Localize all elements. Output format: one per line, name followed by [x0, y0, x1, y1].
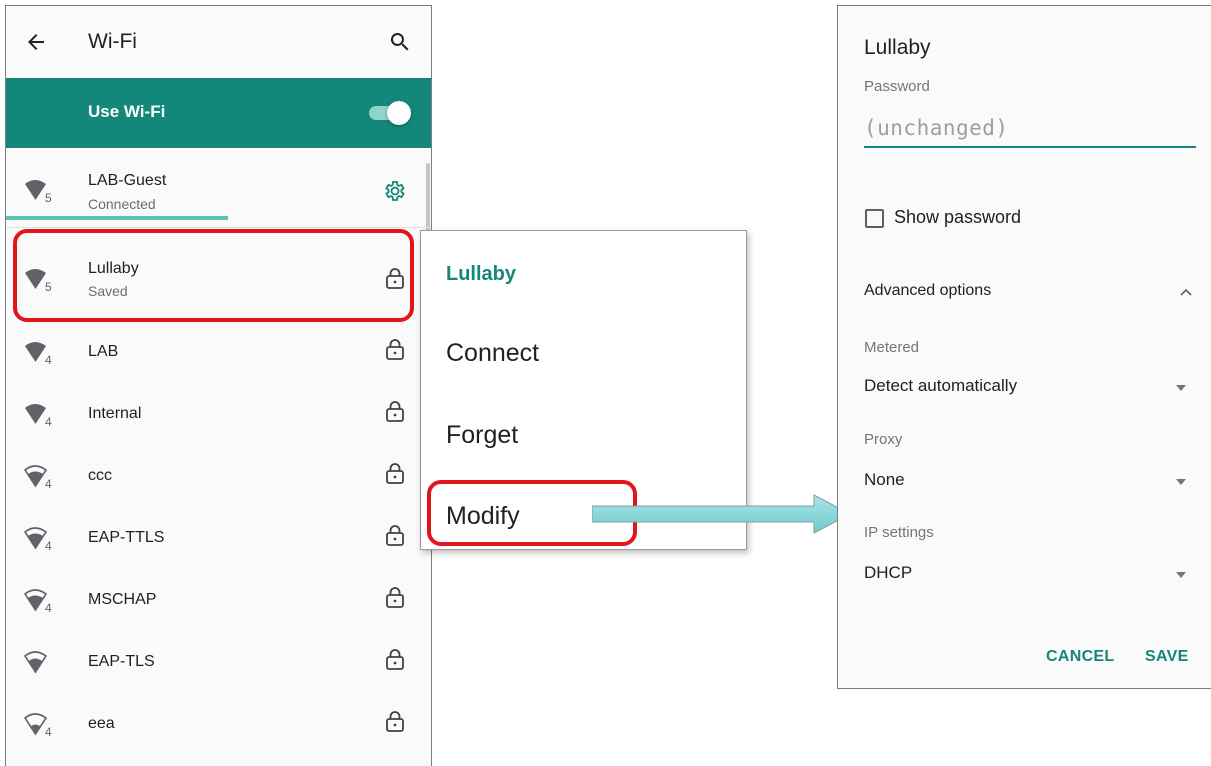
back-arrow-icon[interactable] [24, 30, 48, 54]
svg-text:4: 4 [45, 725, 52, 738]
network-row-eap-ttls[interactable]: 4 EAP-TTLS [6, 506, 431, 568]
menu-item-connect[interactable]: Connect [446, 339, 539, 368]
use-wifi-label: Use Wi-Fi [88, 102, 166, 121]
proxy-select[interactable]: None [838, 460, 1211, 500]
dropdown-arrow-icon [1176, 479, 1186, 485]
network-name: LAB [88, 343, 119, 360]
save-button[interactable]: SAVE [1145, 648, 1189, 666]
network-name: Internal [88, 405, 142, 422]
dropdown-arrow-icon [1176, 572, 1186, 578]
network-row-internal[interactable]: 4 Internal [6, 382, 431, 444]
network-row-ccc[interactable]: 4 ccc [6, 444, 431, 506]
lock-icon [386, 463, 404, 484]
wifi-signal-medium-icon: 4 [24, 527, 52, 552]
svg-text:5: 5 [45, 191, 52, 204]
lock-icon [386, 339, 404, 360]
network-row-lab[interactable]: 4 LAB [6, 320, 431, 382]
network-status: Saved [88, 283, 128, 299]
search-icon[interactable] [388, 30, 412, 54]
network-status: Connected [88, 196, 156, 212]
dropdown-arrow-icon [1176, 385, 1186, 391]
password-label: Password [864, 78, 930, 95]
ip-settings-select[interactable]: DHCP [838, 553, 1211, 593]
ip-settings-value: DHCP [864, 563, 913, 582]
wifi-signal-full-icon: 5 [25, 269, 52, 293]
gear-icon[interactable] [382, 179, 406, 203]
wifi-signal-strong-icon: 4 [25, 342, 52, 366]
dialog-title: Lullaby [864, 36, 931, 59]
wifi-signal-low-icon: 4 [24, 713, 52, 738]
network-name: EAP-TTLS [88, 529, 165, 546]
wifi-signal-medium-icon: 4 [24, 589, 52, 614]
network-name: EAP-TLS [88, 653, 155, 670]
network-name: ccc [88, 467, 112, 484]
use-wifi-toggle[interactable] [369, 101, 411, 125]
wifi-signal-strong-icon: 4 [25, 404, 52, 428]
lock-icon [386, 649, 404, 670]
modify-network-dialog: Lullaby Password (unchanged) Show passwo… [837, 5, 1211, 689]
arrow-icon [592, 494, 852, 534]
network-row-lullaby[interactable]: 5 Lullaby Saved [6, 240, 431, 320]
chevron-up-icon [1180, 288, 1192, 296]
metered-select[interactable]: Detect automatically [838, 366, 1211, 406]
page-title: Wi-Fi [88, 30, 137, 53]
ip-settings-label: IP settings [864, 524, 934, 541]
show-password-checkbox[interactable] [865, 209, 884, 228]
toggle-thumb [387, 101, 411, 125]
menu-item-modify[interactable]: Modify [446, 502, 520, 531]
wifi-settings-screen: Wi-Fi Use Wi-Fi 5 LAB-Guest Connected 5 … [5, 5, 432, 766]
app-bar: Wi-Fi [6, 6, 431, 78]
advanced-options-label: Advanced options [864, 282, 992, 299]
network-row-eap-tls[interactable]: EAP-TLS [6, 630, 431, 692]
lock-icon [386, 268, 404, 289]
network-name: MSCHAP [88, 591, 157, 608]
wifi-signal-full-icon: 5 [25, 180, 52, 204]
svg-text:4: 4 [45, 539, 52, 552]
password-field[interactable]: (unchanged) [864, 112, 1196, 148]
svg-text:4: 4 [45, 477, 52, 490]
wifi-signal-medium-icon: 4 [24, 465, 52, 490]
network-name: LAB-Guest [88, 172, 167, 189]
metered-value: Detect automatically [864, 376, 1018, 395]
network-row-mschap[interactable]: 4 MSCHAP [6, 568, 431, 630]
cancel-button[interactable]: CANCEL [1046, 648, 1114, 666]
metered-label: Metered [864, 339, 920, 356]
proxy-label: Proxy [864, 431, 903, 448]
svg-text:4: 4 [45, 353, 52, 366]
network-name: Lullaby [88, 260, 139, 277]
wifi-signal-weak-icon [24, 651, 48, 674]
svg-text:5: 5 [45, 280, 52, 293]
lock-icon [386, 401, 404, 422]
use-wifi-bar[interactable]: Use Wi-Fi [6, 78, 431, 220]
svg-text:4: 4 [45, 601, 52, 614]
lock-icon [386, 711, 404, 732]
lock-icon [386, 525, 404, 546]
network-row-eea[interactable]: 4 eea [6, 692, 431, 754]
network-name: eea [88, 715, 115, 732]
lock-icon [386, 587, 404, 608]
svg-text:4: 4 [45, 415, 52, 428]
password-placeholder: (unchanged) [864, 116, 1009, 140]
menu-title: Lullaby [446, 263, 517, 285]
menu-item-forget[interactable]: Forget [446, 421, 518, 450]
network-row-lab-guest[interactable]: 5 LAB-Guest Connected [6, 148, 431, 228]
advanced-options-toggle[interactable]: Advanced options [838, 268, 1211, 318]
proxy-value: None [864, 470, 905, 489]
show-password-label: Show password [894, 207, 1022, 227]
